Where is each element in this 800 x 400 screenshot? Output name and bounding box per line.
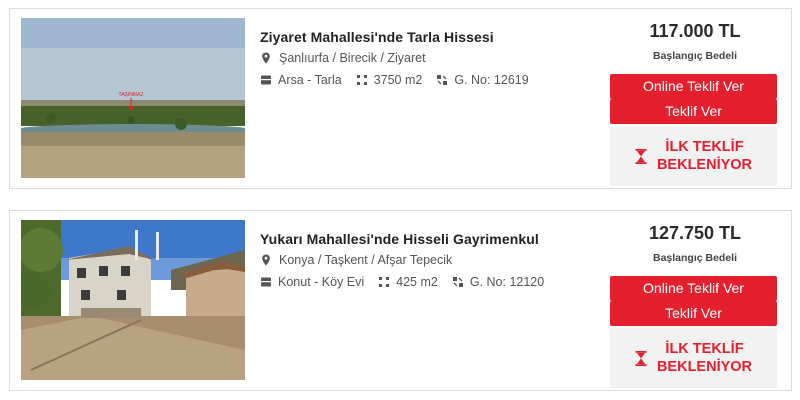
listing-location: Konya / Taşkent / Afşar Tepecik — [279, 253, 453, 267]
image-marker: TAŞINMAZ — [119, 92, 144, 98]
online-offer-button[interactable]: Online Teklif Ver — [610, 74, 777, 99]
area-icon — [378, 276, 390, 288]
starting-price-label: Başlangıç Bedeli — [652, 252, 738, 264]
starting-price: 117.000 TL — [649, 21, 741, 41]
property-area: 3750 m2 — [373, 73, 423, 87]
map-pin-icon — [260, 52, 272, 64]
listing-title[interactable]: Ziyaret Mahallesi'nde Tarla Hissesi — [260, 29, 605, 45]
status-panel: İLK TEKLİF BEKLENİYOR — [610, 126, 777, 186]
listing-number: G. No: 12120 — [469, 275, 545, 289]
offer-button[interactable]: Teklif Ver — [610, 99, 777, 124]
online-offer-button[interactable]: Online Teklif Ver — [610, 276, 777, 301]
property-type: Arsa - Tarla — [278, 73, 342, 87]
offer-button[interactable]: Teklif Ver — [610, 301, 777, 326]
listing-card[interactable]: Yukarı Mahallesi'nde Hisseli Gayrimenkul… — [9, 210, 792, 391]
property-type: Konut - Köy Evi — [278, 275, 365, 289]
listing-photo[interactable]: TAŞINMAZ — [21, 18, 245, 178]
listing-number-icon — [452, 276, 464, 288]
area-icon — [356, 74, 368, 86]
property-type-icon — [260, 276, 272, 288]
status-text: İLK TEKLİF BEKLENİYOR — [656, 341, 753, 375]
listing-number-icon — [436, 74, 448, 86]
map-pin-icon — [260, 254, 272, 266]
hourglass-icon — [635, 148, 647, 164]
hourglass-icon — [635, 350, 647, 366]
starting-price: 127.750 TL — [648, 223, 742, 243]
starting-price-label: Başlangıç Bedeli — [652, 50, 738, 62]
listing-location: Şanlıurfa / Birecik / Ziyaret — [279, 51, 426, 65]
status-text: İLK TEKLİF BEKLENİYOR — [656, 139, 753, 173]
property-type-icon — [260, 74, 272, 86]
listing-photo[interactable] — [21, 220, 245, 380]
listing-number: G. No: 12619 — [454, 73, 529, 87]
listing-title[interactable]: Yukarı Mahallesi'nde Hisseli Gayrimenkul — [260, 231, 605, 247]
listing-card[interactable]: TAŞINMAZ Ziyaret Mahallesi'nde Tarla His… — [9, 8, 792, 189]
status-panel: İLK TEKLİF BEKLENİYOR — [610, 328, 777, 388]
property-area: 425 m2 — [396, 275, 438, 289]
